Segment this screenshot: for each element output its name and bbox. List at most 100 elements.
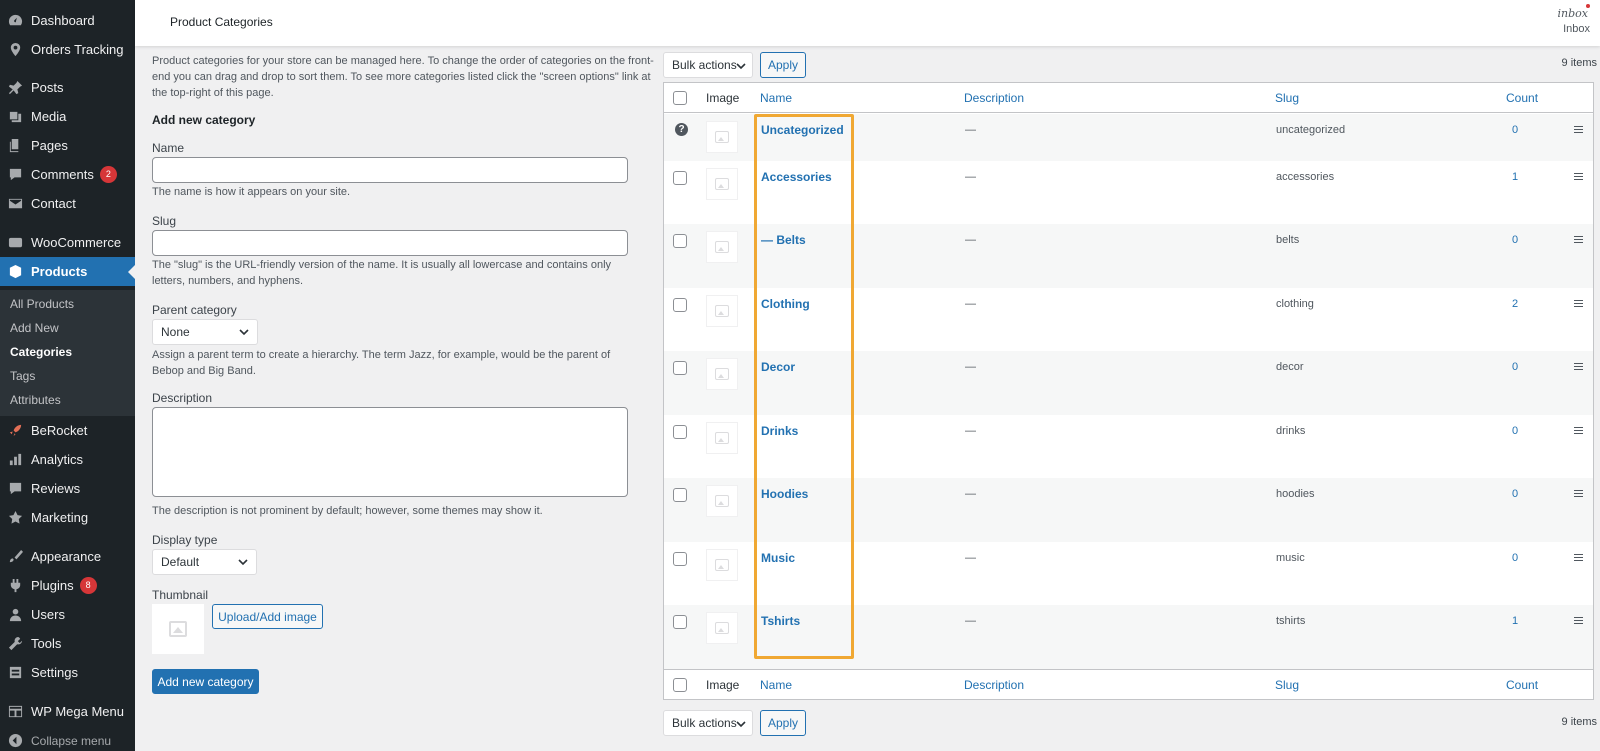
sidebar-item-tools[interactable]: Tools [0,629,135,658]
help-icon: ? [675,123,688,136]
submenu-attributes[interactable]: Attributes [10,393,61,407]
sidebar-item-dashboard[interactable]: Dashboard [0,6,135,35]
drag-handle-icon[interactable] [1574,126,1583,133]
analytics-icon [7,452,23,468]
drag-handle-icon[interactable] [1574,554,1583,561]
row-checkbox[interactable] [673,552,687,566]
row-checkbox[interactable] [673,298,687,312]
row-checkbox[interactable] [673,361,687,375]
drag-handle-icon[interactable] [1574,173,1583,180]
category-thumbnail [706,295,738,327]
star-icon [7,510,23,526]
row-checkbox[interactable] [673,488,687,502]
column-slug[interactable]: Slug [1275,91,1299,105]
select-all-checkbox-footer[interactable] [673,678,687,692]
sidebar-item-settings[interactable]: Settings [0,658,135,687]
category-thumbnail [706,358,738,390]
sidebar-item-appearance[interactable]: Appearance [0,542,135,571]
sidebar-item-users[interactable]: Users [0,600,135,629]
pages-icon [7,138,23,154]
apply-button-bottom[interactable]: Apply [760,710,806,736]
submenu-tags[interactable]: Tags [10,369,35,383]
column-count[interactable]: Count [1506,678,1538,692]
admin-sidebar: Dashboard Orders Tracking Posts Media Pa… [0,0,136,751]
slug-input[interactable] [152,230,628,256]
inbox-label[interactable]: Inbox [1563,23,1590,35]
sidebar-item-label: Orders Tracking [31,42,124,57]
category-slug: accessories [1276,171,1335,183]
column-description[interactable]: Description [964,91,1024,105]
row-checkbox[interactable] [673,234,687,248]
sidebar-item-products[interactable]: Products [0,257,136,286]
sidebar-item-pages[interactable]: Pages [0,131,135,160]
sidebar-item-orders-tracking[interactable]: Orders Tracking [0,35,135,64]
inbox-logo[interactable]: inbox [1558,7,1588,20]
sidebar-item-reviews[interactable]: Reviews [0,474,135,503]
add-category-button[interactable]: Add new category [152,669,259,694]
drag-handle-icon[interactable] [1574,617,1583,624]
sidebar-item-media[interactable]: Media [0,102,135,131]
description-textarea[interactable] [152,407,628,497]
top-bar: Product Categories inbox Inbox [135,0,1600,46]
row-checkbox[interactable] [673,425,687,439]
category-slug: decor [1276,361,1304,373]
row-checkbox[interactable] [673,615,687,629]
column-name[interactable]: Name [760,91,792,105]
parent-category-label: Parent category [152,303,237,317]
category-count-link[interactable]: 0 [1512,124,1518,136]
sidebar-item-marketing[interactable]: Marketing [0,503,135,532]
drag-handle-icon[interactable] [1574,363,1583,370]
category-thumbnail [706,121,738,153]
sidebar-item-label: Marketing [31,510,89,525]
image-placeholder-icon [715,305,729,317]
drag-handle-icon[interactable] [1574,300,1583,307]
sidebar-item-woocommerce[interactable]: WooCommerce [0,228,135,257]
drag-handle-icon[interactable] [1574,427,1583,434]
display-type-select[interactable]: Default [152,549,257,575]
sidebar-item-berocket[interactable]: BeRocket [0,416,135,445]
apply-button-top[interactable]: Apply [760,52,806,78]
media-icon [7,109,23,125]
column-image: Image [706,91,740,105]
category-count-link[interactable]: 0 [1512,361,1518,373]
category-slug: hoodies [1276,488,1315,500]
column-slug[interactable]: Slug [1275,678,1299,692]
upload-image-button[interactable]: Upload/Add image [212,604,323,629]
category-count-link[interactable]: 2 [1512,298,1518,310]
bulk-actions-select-bottom[interactable]: Bulk actions [663,710,753,736]
image-placeholder-icon [715,178,729,190]
submenu-categories[interactable]: Categories [10,345,72,359]
submenu-all-products[interactable]: All Products [10,297,74,311]
column-count[interactable]: Count [1506,91,1538,105]
image-placeholder-icon [169,621,187,637]
category-thumbnail [706,422,738,454]
rocket-icon [7,423,23,439]
submenu-add-new[interactable]: Add New [10,321,59,335]
collapse-menu-button[interactable]: Collapse menu [0,726,135,751]
category-count-link[interactable]: 0 [1512,552,1518,564]
column-name[interactable]: Name [760,678,792,692]
sidebar-item-contact[interactable]: Contact [0,189,135,218]
sidebar-item-analytics[interactable]: Analytics [0,445,135,474]
row-checkbox[interactable] [673,171,687,185]
category-count-link[interactable]: 0 [1512,425,1518,437]
sidebar-item-posts[interactable]: Posts [0,73,135,102]
category-slug: drinks [1276,425,1306,437]
sidebar-item-plugins[interactable]: Plugins 8 [0,571,135,600]
sidebar-item-wp-mega-menu[interactable]: WP Mega Menu [0,697,135,726]
select-all-checkbox[interactable] [673,91,687,105]
drag-handle-icon[interactable] [1574,236,1583,243]
sidebar-item-label: Analytics [31,452,84,467]
slug-label: Slug [152,214,177,228]
name-input[interactable] [152,157,628,183]
bulk-actions-select-top[interactable]: Bulk actions [663,52,753,78]
category-count-link[interactable]: 0 [1512,234,1518,246]
image-placeholder-icon [715,131,729,143]
parent-category-select[interactable]: None [152,319,258,345]
column-description[interactable]: Description [964,678,1024,692]
drag-handle-icon[interactable] [1574,490,1583,497]
category-count-link[interactable]: 1 [1512,171,1518,183]
sidebar-item-comments[interactable]: Comments 2 [0,160,135,189]
category-count-link[interactable]: 0 [1512,488,1518,500]
category-count-link[interactable]: 1 [1512,615,1518,627]
